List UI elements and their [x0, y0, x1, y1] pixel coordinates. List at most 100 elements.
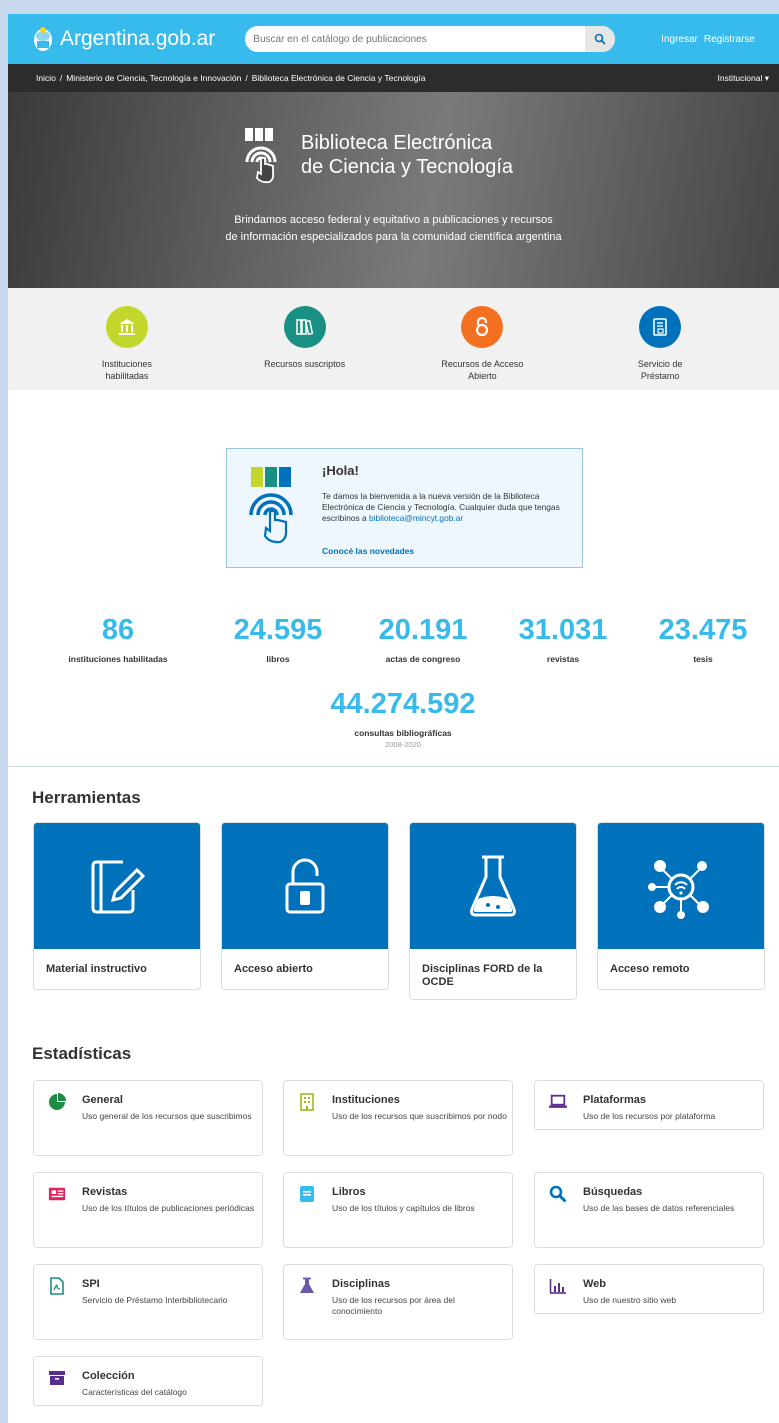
quick-link-label: Servicio de [637, 359, 683, 369]
stat-card-desc: Uso de nuestro sitio web [583, 1295, 677, 1305]
stat-number: 86 [101, 614, 135, 646]
stat-card-spi[interactable]: SPI Servicio de Préstamo Interbiblioteca… [33, 1264, 263, 1340]
email-link[interactable]: biblioteca@mincyt.gob.ar [369, 513, 463, 523]
quick-link-instituciones[interactable]: Instituciones habilitadas [62, 306, 192, 390]
newspaper-icon [48, 1187, 66, 1201]
stat-label: actas de congreso [385, 654, 461, 664]
stat-card-desc: Uso de los recursos por plataforma [583, 1111, 716, 1121]
flask-icon [300, 1277, 314, 1293]
page: Argentina.gob.ar Ingresar Registrarse In… [8, 14, 779, 1423]
tool-label: Acceso abierto [234, 963, 313, 975]
tool-label: Disciplinas FORD de la OCDE [422, 963, 543, 988]
estadisticas-title: Estadísticas [32, 1044, 132, 1063]
open-access-icon [461, 306, 504, 348]
breadcrumb-item[interactable]: Ministerio de Ciencia, Tecnología e Inno… [66, 73, 241, 83]
stat-card-desc: Uso de las bases de datos referenciales [583, 1203, 735, 1213]
stat-card-title: Libros [332, 1186, 366, 1198]
pdf-file-icon [50, 1277, 64, 1295]
stat-actas: 20.191 actas de congreso [353, 614, 493, 664]
stat-card-plataformas[interactable]: Plataformas Uso de los recursos por plat… [534, 1080, 764, 1130]
stat-number: 44.274.592 [330, 688, 476, 720]
breadcrumb-item[interactable]: Inicio [36, 73, 56, 83]
login-link[interactable]: Ingresar [661, 34, 698, 45]
loan-icon [639, 306, 682, 348]
quick-link-label: Abierto [468, 371, 497, 381]
stat-card-desc: Uso de los títulos y capítulos de libros [332, 1203, 475, 1213]
search-button[interactable] [585, 26, 616, 52]
hero-title-line2: de Ciencia y Tecnología [301, 156, 513, 178]
tool-disciplinas-ford[interactable]: Disciplinas FORD de la OCDE [409, 822, 577, 1000]
herramientas-title: Herramientas [32, 788, 141, 807]
book-icon [300, 1186, 314, 1202]
hero-subtitle-line2: de información especializados para la co… [225, 231, 562, 243]
stat-card-title: Plataformas [583, 1094, 646, 1106]
breadcrumb-separator: / [59, 73, 63, 83]
quick-link-prestamo[interactable]: Servicio de Préstamo [595, 306, 725, 390]
brand-logo[interactable]: Argentina.gob.ar [32, 26, 215, 52]
bar-chart-icon [549, 1279, 566, 1294]
stat-card-title: General [82, 1094, 123, 1106]
laptop-icon [549, 1094, 567, 1108]
hero-title: Biblioteca Electrónica de Ciencia y Tecn… [241, 126, 513, 184]
stat-card-web[interactable]: Web Uso de nuestro sitio web [534, 1264, 764, 1314]
stat-card-general[interactable]: General Uso general de los recursos que … [33, 1080, 263, 1156]
search-icon [594, 33, 606, 45]
quick-link-recursos-suscriptos[interactable]: Recursos suscriptos [240, 306, 370, 390]
hero-banner: Biblioteca Electrónica de Ciencia y Tecn… [8, 92, 779, 288]
hero-subtitle: Brindamos acceso federal y equitativo a … [8, 212, 779, 246]
stat-card-title: Disciplinas [332, 1278, 391, 1290]
search-icon [549, 1185, 567, 1203]
stat-card-desc: Uso de los recursos por área del conocim… [332, 1295, 455, 1316]
tool-label: Material instructivo [46, 963, 147, 975]
stat-card-busquedas[interactable]: Búsquedas Uso de las bases de datos refe… [534, 1172, 764, 1248]
biblioteca-logo-icon [245, 128, 277, 184]
institucional-dropdown[interactable]: Institucional ▾ [717, 73, 769, 84]
register-link[interactable]: Registrarse [704, 34, 755, 45]
stat-card-title: Búsquedas [583, 1186, 643, 1198]
breadcrumb-item-current: Biblioteca Electrónica de Ciencia y Tecn… [251, 73, 426, 83]
stat-card-revistas[interactable]: Revistas Uso de los títulos de publicaci… [33, 1172, 263, 1248]
stat-card-title: Web [583, 1278, 607, 1290]
stat-instituciones: 86 instituciones habilitadas [48, 614, 188, 664]
flask-icon [470, 855, 516, 917]
stat-number: 20.191 [378, 614, 468, 646]
quick-links: Instituciones habilitadas Recursos suscr… [8, 288, 779, 390]
tool-acceso-abierto[interactable]: Acceso abierto [221, 822, 389, 990]
tool-acceso-remoto[interactable]: Acceso remoto [597, 822, 765, 990]
network-icon [648, 860, 709, 919]
unlock-icon [285, 858, 325, 914]
stat-revistas: 31.031 revistas [493, 614, 633, 664]
stat-card-disciplinas[interactable]: Disciplinas Uso de los recursos por área… [283, 1264, 513, 1340]
stat-card-coleccion[interactable]: Colección Características del catálogo [33, 1356, 263, 1406]
search-bar [245, 26, 616, 52]
stat-label: consultas bibliográficas [354, 728, 452, 738]
stat-card-title: Colección [82, 1370, 135, 1382]
search-input[interactable] [245, 26, 586, 52]
edit-document-icon [91, 860, 145, 914]
stat-card-desc: Servicio de Préstamo Interbibliotecario [82, 1295, 228, 1305]
welcome-box: ¡Hola! Te damos la bienvenida a la nueva… [226, 448, 583, 568]
stat-consultas: 44.274.592 consultas bibliográficas 2008… [293, 688, 513, 749]
quick-link-label: Préstamo [640, 371, 680, 381]
welcome-title: ¡Hola! [322, 463, 359, 478]
stat-card-title: Instituciones [332, 1094, 400, 1106]
stat-label: libros [266, 654, 290, 664]
stat-tesis: 23.475 tesis [633, 614, 773, 664]
biblioteca-logo-icon [249, 467, 293, 544]
stat-card-instituciones[interactable]: Instituciones Uso de los recursos que su… [283, 1080, 513, 1156]
stat-label: tesis [693, 654, 713, 664]
breadcrumb: Inicio / Ministerio de Ciencia, Tecnolog… [8, 64, 779, 92]
quick-link-label: habilitadas [105, 371, 149, 381]
books-icon [283, 306, 326, 348]
stat-label: instituciones habilitadas [68, 654, 168, 664]
quick-link-acceso-abierto[interactable]: Recursos de Acceso Abierto [417, 306, 547, 390]
novedades-link[interactable]: Conocé las novedades [322, 546, 414, 556]
building-icon [300, 1093, 314, 1111]
stat-label: revistas [546, 654, 580, 664]
top-navbar: Argentina.gob.ar Ingresar Registrarse [8, 14, 779, 64]
tool-label: Acceso remoto [610, 963, 690, 975]
quick-link-label: Recursos suscriptos [264, 359, 346, 369]
stat-card-title: Revistas [82, 1186, 128, 1198]
stat-card-libros[interactable]: Libros Uso de los títulos y capítulos de… [283, 1172, 513, 1248]
tool-material-instructivo[interactable]: Material instructivo [33, 822, 201, 990]
